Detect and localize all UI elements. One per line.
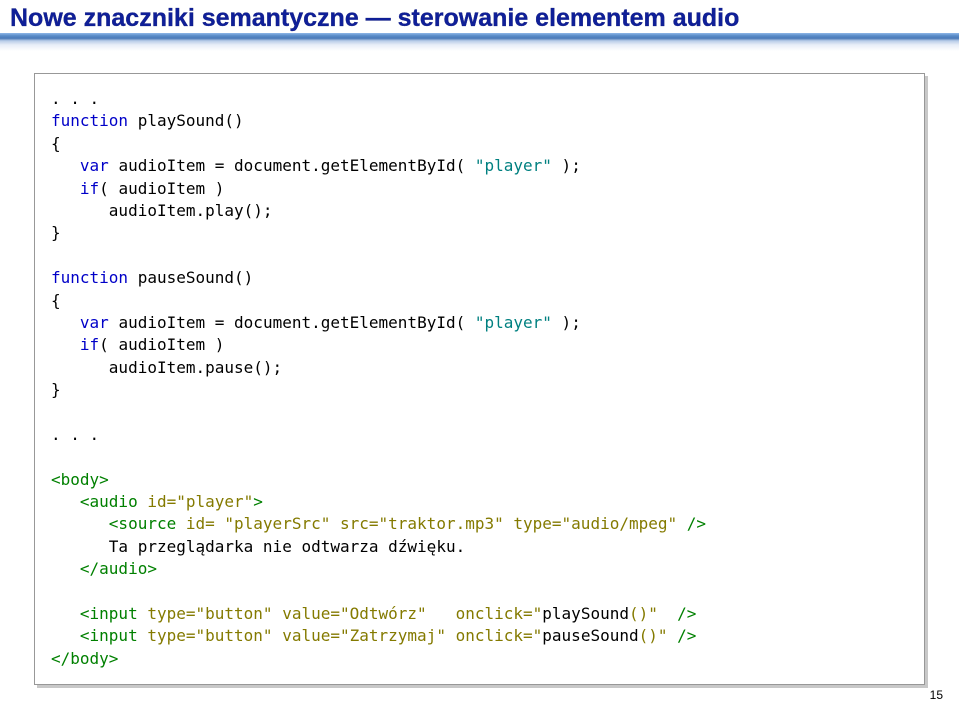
code-text: audioItem = document.getElementById( — [109, 313, 475, 332]
slide-title: Nowe znaczniki semantyczne — sterowanie … — [10, 4, 949, 33]
tag: <input — [51, 626, 147, 645]
kw-var: var — [80, 156, 109, 175]
kw-var: var — [80, 313, 109, 332]
code-text: . . . — [51, 89, 99, 108]
tag: /> — [668, 626, 697, 645]
attr: id= "playerSrc" src="traktor.mp3" type="… — [186, 514, 677, 533]
kw-function: function — [51, 111, 128, 130]
code-text: audioItem.play(); — [51, 201, 273, 220]
tag: <body> — [51, 470, 109, 489]
kw-function: function — [51, 268, 128, 287]
tag: /> — [677, 514, 706, 533]
brace: } — [51, 223, 61, 242]
tag: </audio> — [51, 559, 157, 578]
kw-if: if — [80, 335, 99, 354]
page-number: 15 — [930, 688, 943, 702]
tag: </body> — [51, 649, 118, 668]
tag: /> — [658, 604, 697, 623]
attr: ()" — [639, 626, 668, 645]
tag: <input — [51, 604, 147, 623]
onclick-fn: playSound — [542, 604, 629, 623]
attr: id="player" — [147, 492, 253, 511]
brace: { — [51, 134, 61, 153]
kw-if: if — [80, 179, 99, 198]
code-text: ( audioItem ) — [99, 179, 224, 198]
slide-header: Nowe znaczniki semantyczne — sterowanie … — [0, 0, 959, 51]
code-text: audioItem = document.getElementById( — [109, 156, 475, 175]
tag: <source — [51, 514, 186, 533]
tag: <audio — [51, 492, 147, 511]
attr: type="button" value="Zatrzymaj" onclick=… — [147, 626, 542, 645]
code-text: Ta przeglądarka nie odtwarza dźwięku. — [51, 537, 465, 556]
onclick-fn: pauseSound — [542, 626, 638, 645]
code-text: ( audioItem ) — [99, 335, 224, 354]
string: "player" — [475, 313, 552, 332]
fn-name: playSound() — [128, 111, 244, 130]
fn-name: pauseSound() — [128, 268, 253, 287]
code-text: ); — [552, 313, 581, 332]
attr: type="button" value="Odtwórz" onclick=" — [147, 604, 542, 623]
code-text: ); — [552, 156, 581, 175]
brace: } — [51, 380, 61, 399]
code-text: audioItem.pause(); — [51, 358, 282, 377]
tag: > — [253, 492, 263, 511]
code-block: . . . function playSound() { var audioIt… — [34, 73, 925, 685]
brace: { — [51, 291, 61, 310]
code-text: . . . — [51, 425, 99, 444]
string: "player" — [475, 156, 552, 175]
attr: ()" — [629, 604, 658, 623]
